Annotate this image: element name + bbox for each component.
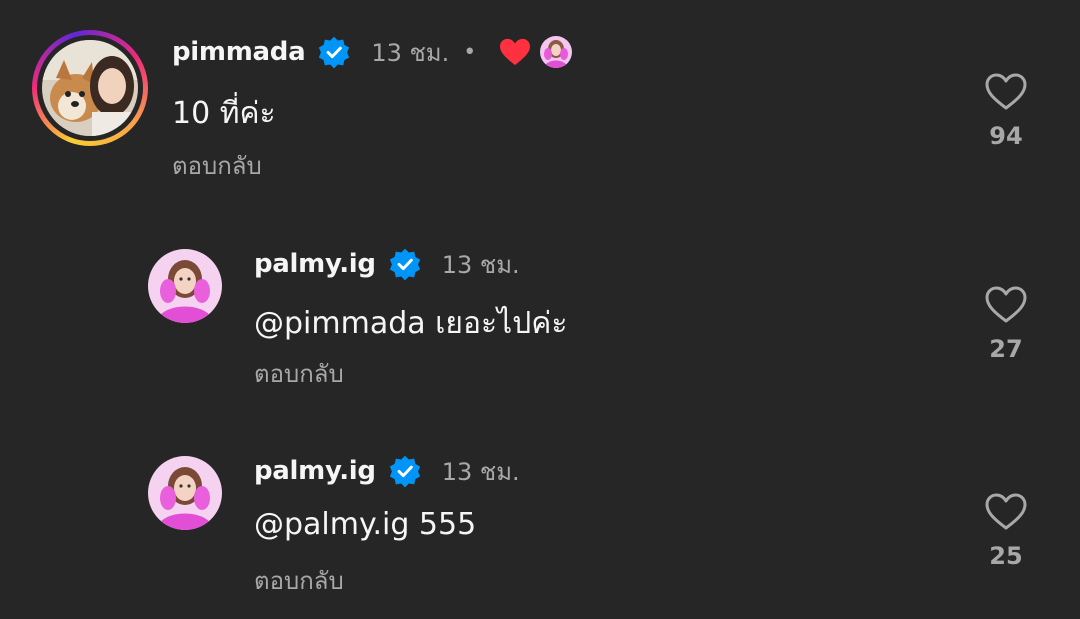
reply-button[interactable]: ตอบกลับ: [172, 146, 262, 185]
timestamp: 13 ชม.: [371, 38, 450, 67]
comment-pimmada: pimmada 13 ชม. • 10 ที่ค่ะ ตอบกลับ 94: [0, 0, 1080, 210]
username[interactable]: palmy.ig: [254, 249, 376, 279]
verified-badge-icon: [319, 36, 350, 69]
avatar-photo-icon: [148, 456, 222, 530]
comment-text: @palmy.ig 555: [254, 507, 477, 542]
like-section: 27: [966, 285, 1046, 363]
avatar[interactable]: [42, 40, 138, 136]
heart-outline-icon[interactable]: [984, 492, 1028, 532]
avatar-photo-icon: [42, 40, 138, 136]
heart-outline-icon[interactable]: [984, 72, 1028, 112]
comment-header: palmy.ig 13 ชม.: [254, 244, 520, 284]
reply-comment: palmy.ig 13 ชม. @pimmada เยอะไปค่ะ ตอบกล…: [0, 230, 1080, 420]
avatar-photo-icon: [148, 249, 222, 323]
post-author-avatar: [540, 36, 573, 68]
comment-header: palmy.ig 13 ชม.: [254, 451, 520, 491]
avatar[interactable]: [148, 249, 222, 323]
story-ring[interactable]: [32, 30, 148, 146]
like-section: 94: [966, 72, 1046, 150]
comment-text: 10 ที่ค่ะ: [172, 96, 276, 131]
like-count: 27: [989, 335, 1023, 363]
comment-text: @pimmada เยอะไปค่ะ: [254, 306, 568, 341]
separator-dot: •: [463, 39, 477, 65]
username[interactable]: pimmada: [172, 37, 306, 67]
verified-badge-icon: [389, 455, 420, 488]
reply-comment: palmy.ig 13 ชม. @palmy.ig 555 ตอบกลับ 25: [0, 437, 1080, 619]
reply-button[interactable]: ตอบกลับ: [254, 354, 344, 393]
comment-header: pimmada 13 ชม. •: [172, 32, 573, 72]
verified-badge-icon: [389, 248, 420, 281]
timestamp: 13 ชม.: [441, 457, 520, 486]
timestamp: 13 ชม.: [441, 250, 520, 279]
heart-filled-icon: [500, 38, 531, 66]
like-section: 25: [966, 492, 1046, 570]
author-avatar-icon: [540, 36, 573, 68]
like-count: 94: [989, 122, 1023, 150]
username[interactable]: palmy.ig: [254, 456, 376, 486]
reply-button[interactable]: ตอบกลับ: [254, 561, 344, 600]
heart-outline-icon[interactable]: [984, 285, 1028, 325]
avatar[interactable]: [148, 456, 222, 530]
like-count: 25: [989, 542, 1023, 570]
